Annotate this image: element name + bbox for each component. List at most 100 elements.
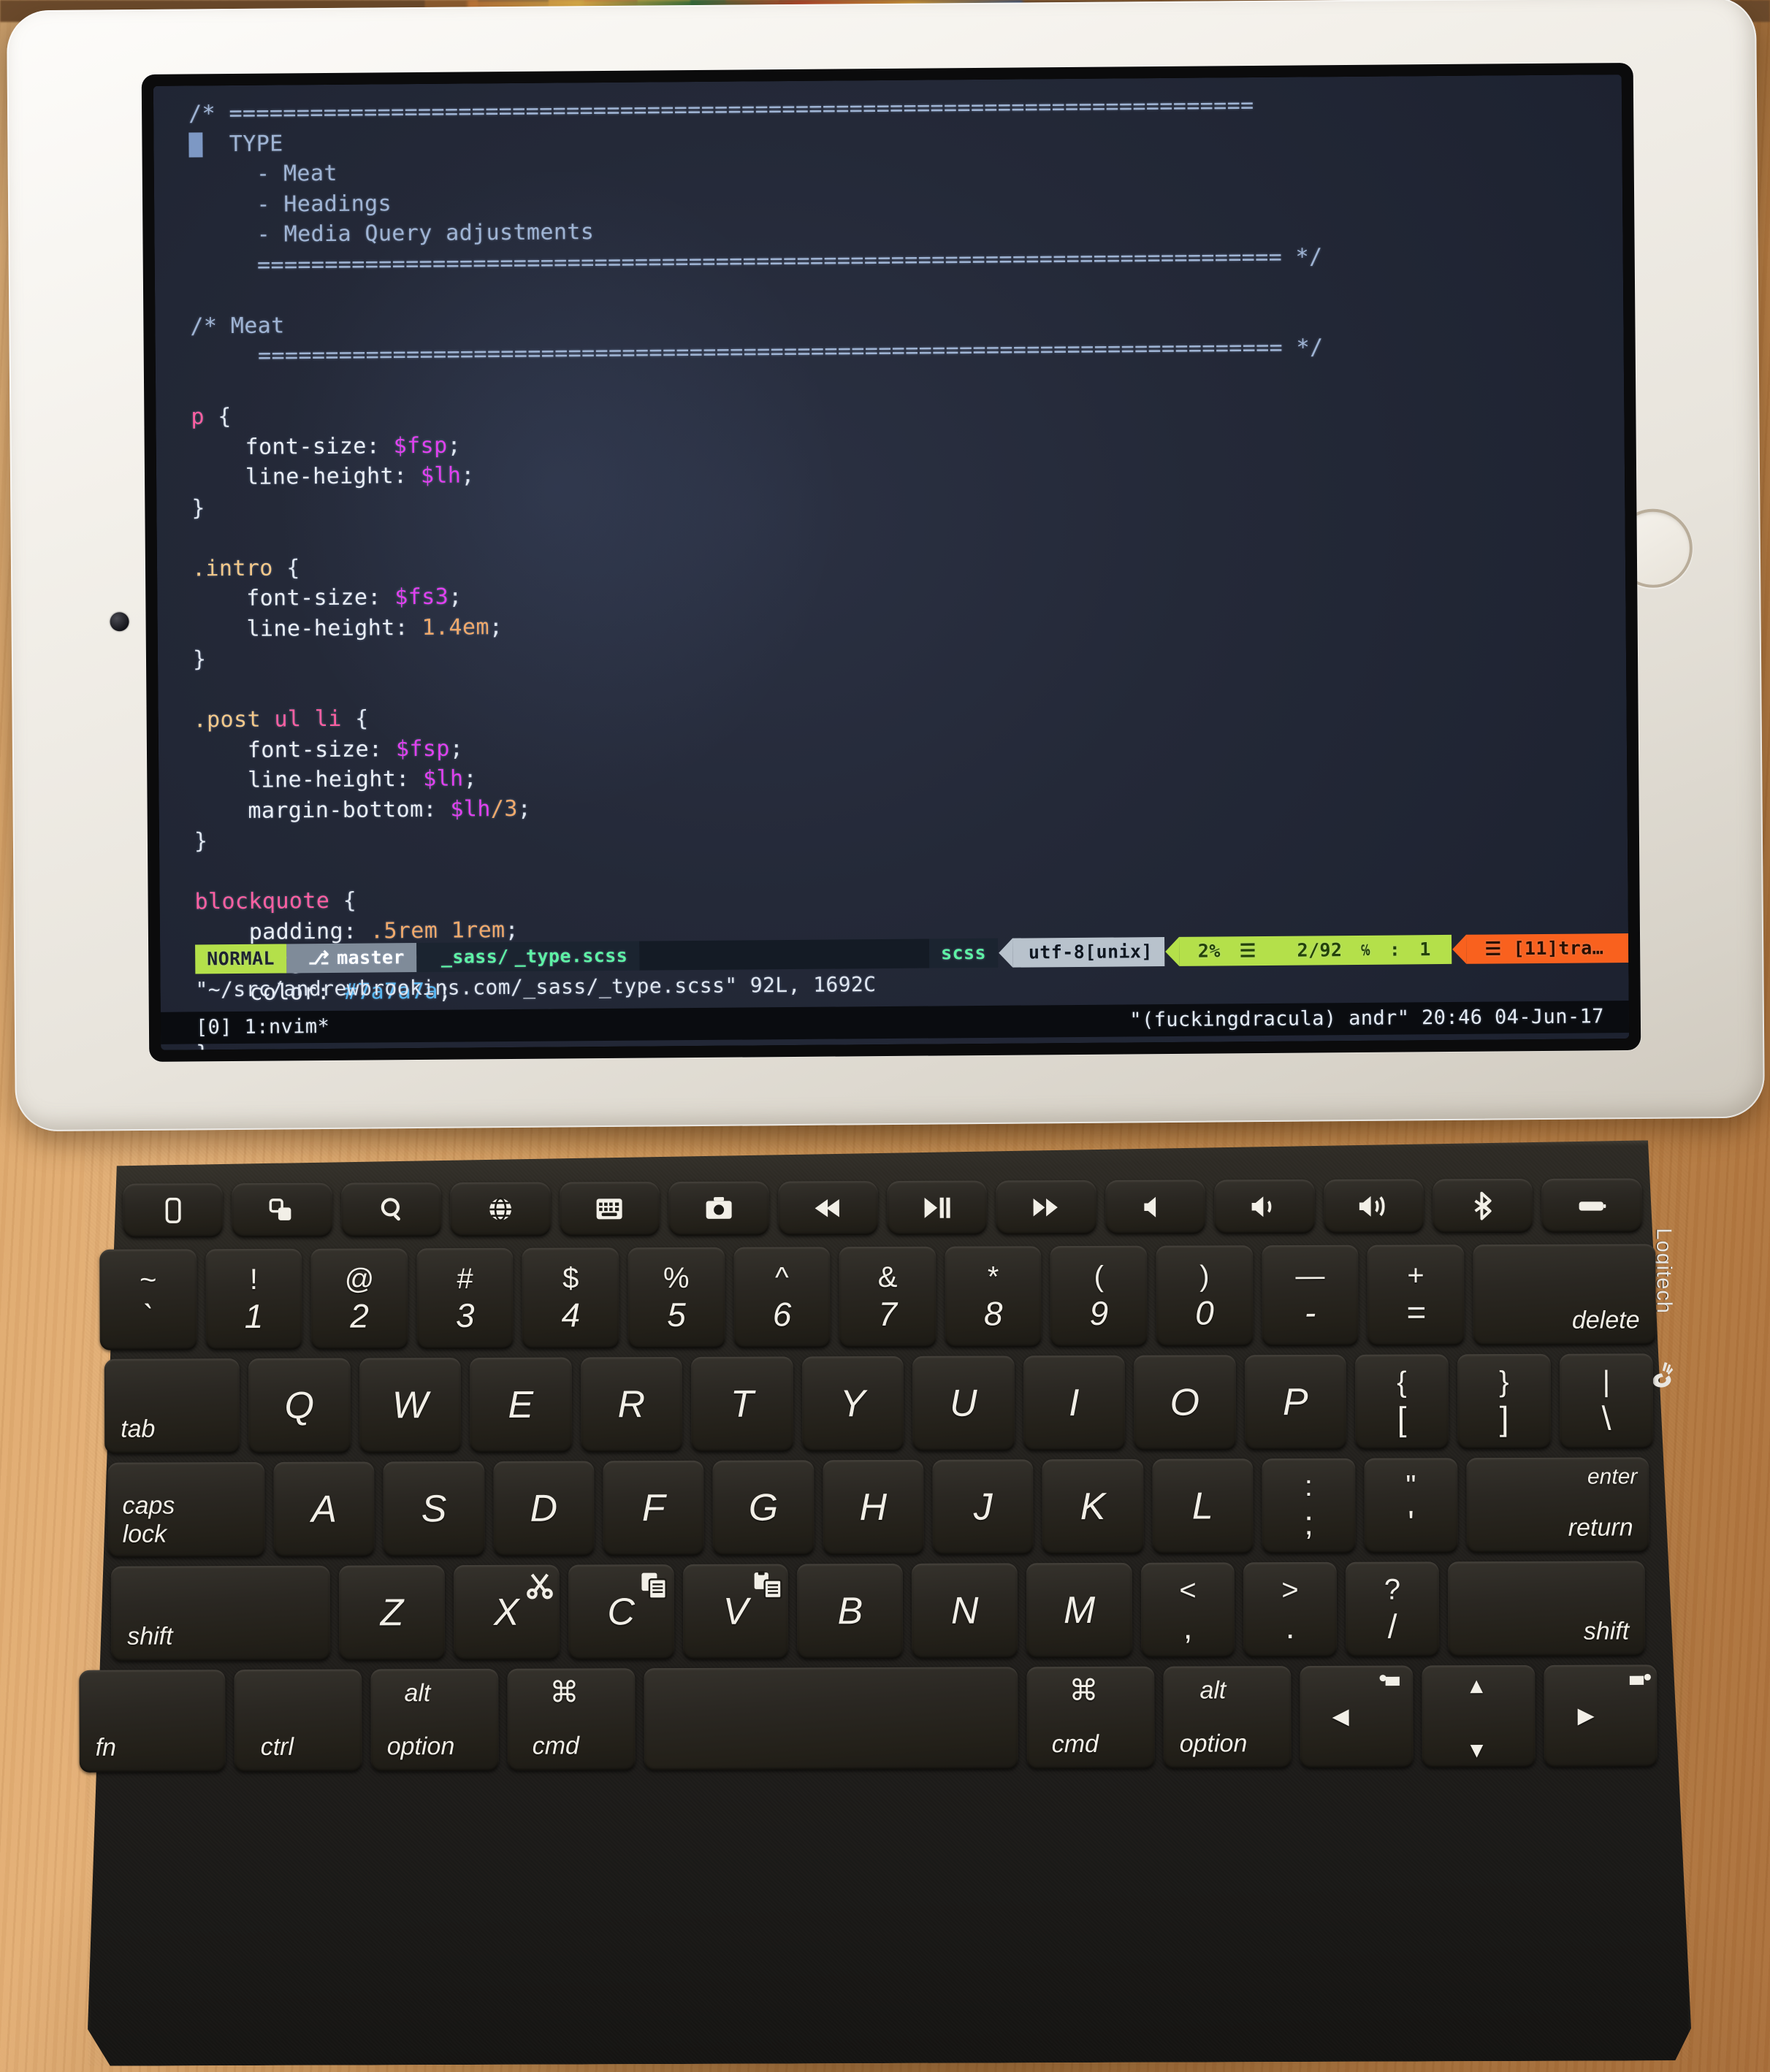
key-quote[interactable]: " ' bbox=[1364, 1458, 1458, 1553]
fn-key-fast-forward-icon[interactable] bbox=[996, 1180, 1097, 1235]
key-arrow-left[interactable]: ◀ bbox=[1300, 1665, 1414, 1769]
key-comma[interactable]: <, bbox=[1140, 1562, 1235, 1658]
key-w[interactable]: W bbox=[359, 1358, 462, 1453]
key-c[interactable]: C bbox=[568, 1564, 674, 1660]
key-h[interactable]: H bbox=[822, 1459, 924, 1556]
fn-key-play-pause-icon[interactable] bbox=[886, 1180, 988, 1236]
fn-key-search-icon[interactable] bbox=[340, 1182, 442, 1237]
key-y[interactable]: Y bbox=[801, 1356, 904, 1452]
key-tab[interactable]: tab bbox=[104, 1358, 240, 1454]
fn-key-globe-icon[interactable] bbox=[450, 1182, 551, 1237]
key-d[interactable]: D bbox=[492, 1461, 595, 1556]
key-caps-lock[interactable]: caps lock bbox=[107, 1461, 265, 1558]
fn-key-app-switcher-icon[interactable] bbox=[232, 1182, 333, 1238]
key-b[interactable]: B bbox=[797, 1563, 904, 1659]
keyboard-function-row[interactable] bbox=[122, 1178, 1643, 1238]
key-5[interactable]: % 5 bbox=[627, 1247, 725, 1349]
key-m[interactable]: M bbox=[1026, 1562, 1133, 1659]
key-a[interactable]: A bbox=[273, 1461, 375, 1557]
key-8[interactable]: * 8 bbox=[945, 1246, 1042, 1347]
volume-down-icon bbox=[1249, 1191, 1280, 1222]
keyboard-home-row[interactable]: caps lock A S D F G H J K L:; " ' enter return bbox=[107, 1457, 1649, 1558]
key-q[interactable]: Q bbox=[248, 1358, 351, 1454]
key-f[interactable]: F bbox=[603, 1460, 705, 1556]
key-t[interactable]: T bbox=[690, 1356, 793, 1452]
key-l[interactable]: L bbox=[1151, 1459, 1254, 1554]
terminal-editor[interactable]: /* =====================================… bbox=[153, 74, 1630, 1050]
key-space[interactable] bbox=[644, 1667, 1018, 1771]
key-bracket-left[interactable]: {[ bbox=[1354, 1354, 1449, 1450]
fn-key-camera-icon[interactable] bbox=[668, 1181, 769, 1236]
key-u[interactable]: U bbox=[912, 1356, 1015, 1451]
key-j[interactable]: J bbox=[932, 1459, 1034, 1555]
key-arrow-updown[interactable]: ▲ ▼ bbox=[1422, 1664, 1536, 1768]
key-1[interactable]: ! 1 bbox=[205, 1248, 303, 1350]
keyboard-bottom-row[interactable]: fn ctrl alt option ⌘ cmd ⌘ cmd alt option ◀ ▲ … bbox=[79, 1664, 1658, 1773]
key-backtick[interactable]: ~ ` bbox=[99, 1249, 197, 1350]
fn-key-mute-icon[interactable] bbox=[1105, 1180, 1206, 1234]
key-cmd-left[interactable]: ⌘ cmd bbox=[507, 1668, 636, 1771]
key-label: 2 bbox=[350, 1296, 370, 1335]
key-label: F bbox=[641, 1487, 665, 1530]
fn-key-home-icon[interactable] bbox=[122, 1183, 224, 1238]
key-4[interactable]: $4 bbox=[522, 1247, 619, 1349]
key-0[interactable]: ) 0 bbox=[1156, 1245, 1254, 1347]
key-7[interactable]: & 7 bbox=[839, 1246, 937, 1348]
key-i[interactable]: I bbox=[1023, 1355, 1126, 1451]
key-r[interactable]: R bbox=[580, 1356, 683, 1453]
key-s[interactable]: S bbox=[383, 1461, 485, 1557]
key-slash[interactable]: ? / bbox=[1345, 1561, 1440, 1657]
key-option-right[interactable]: alt option bbox=[1163, 1666, 1292, 1769]
key-backslash[interactable]: | \ bbox=[1559, 1353, 1654, 1449]
key-return[interactable]: enter return bbox=[1466, 1457, 1649, 1553]
key-v[interactable]: V bbox=[682, 1564, 789, 1659]
mute-icon bbox=[1140, 1192, 1171, 1223]
key-label: N bbox=[950, 1589, 979, 1632]
keyboard-qwerty-row[interactable]: tab Q W E R T Y U I O P{[}] | \ bbox=[104, 1353, 1654, 1454]
keyboard-number-row[interactable]: ~ `! 1 @2 #3 $4% 5 ^ 6 & 7 * 8(9) 0— - + = delete bbox=[99, 1244, 1656, 1350]
key-cmd-right[interactable]: ⌘ cmd bbox=[1026, 1666, 1155, 1770]
key-label: C bbox=[607, 1591, 636, 1634]
key-arrow-right[interactable]: ▶ bbox=[1544, 1664, 1658, 1767]
key-label: 4 bbox=[561, 1296, 581, 1334]
play-pause-icon bbox=[922, 1193, 953, 1223]
fn-key-volume-down-icon[interactable] bbox=[1214, 1179, 1315, 1234]
key-label: ] bbox=[1499, 1399, 1509, 1438]
key-g[interactable]: G bbox=[712, 1460, 815, 1556]
key-shift-right[interactable]: shift bbox=[1447, 1561, 1646, 1657]
key-semicolon[interactable]: :; bbox=[1262, 1458, 1356, 1554]
key-k[interactable]: K bbox=[1042, 1459, 1144, 1555]
fn-key-keyboard-icon[interactable] bbox=[559, 1182, 660, 1236]
fn-key-volume-up-icon[interactable] bbox=[1323, 1179, 1424, 1234]
key-delete[interactable]: delete bbox=[1473, 1244, 1656, 1346]
key-bracket-right[interactable]: }] bbox=[1457, 1353, 1552, 1450]
key-option-left[interactable]: alt option bbox=[370, 1668, 499, 1772]
cursor bbox=[188, 131, 203, 157]
key-period[interactable]: >. bbox=[1243, 1561, 1338, 1658]
key-z[interactable]: Z bbox=[338, 1565, 446, 1661]
key-e[interactable]: E bbox=[469, 1357, 572, 1453]
key-6[interactable]: ^ 6 bbox=[733, 1247, 831, 1348]
key--[interactable]: — - bbox=[1261, 1245, 1359, 1347]
keyboard-zxcv-row[interactable]: shift Z X C V B N M <, >.? / shift bbox=[110, 1561, 1646, 1662]
fn-key-battery-icon[interactable] bbox=[1541, 1178, 1643, 1233]
logitech-keyboard[interactable]: Logitech ~ `! 1 @2 #3 $4% 5 ^ 6 & 7 * 8(9) 0— - + = delet… bbox=[69, 1140, 1710, 2072]
key-=[interactable]: + = bbox=[1367, 1245, 1465, 1346]
key-fn[interactable]: fn bbox=[79, 1670, 226, 1773]
status-position: 2% ☰ 2/92 ℅ : 1 bbox=[1178, 934, 1452, 966]
fn-key-bluetooth-icon[interactable] bbox=[1433, 1178, 1533, 1234]
key-x[interactable]: X bbox=[453, 1564, 560, 1661]
key-label: M bbox=[1063, 1589, 1096, 1632]
key-shift-left[interactable]: shift bbox=[110, 1565, 331, 1662]
key-2[interactable]: @2 bbox=[310, 1248, 408, 1350]
key-shift-label: : bbox=[1304, 1470, 1313, 1503]
key-9[interactable]: (9 bbox=[1050, 1245, 1148, 1347]
key-p[interactable]: P bbox=[1244, 1354, 1347, 1450]
ipad-screen[interactable]: /* =====================================… bbox=[153, 74, 1630, 1050]
key-ctrl[interactable]: ctrl bbox=[234, 1669, 362, 1773]
key-n[interactable]: N bbox=[912, 1563, 1018, 1659]
key-o[interactable]: O bbox=[1133, 1355, 1236, 1450]
key-alt-label: alt bbox=[1199, 1676, 1227, 1705]
fn-key-rewind-icon[interactable] bbox=[777, 1181, 879, 1236]
key-3[interactable]: #3 bbox=[416, 1247, 514, 1350]
